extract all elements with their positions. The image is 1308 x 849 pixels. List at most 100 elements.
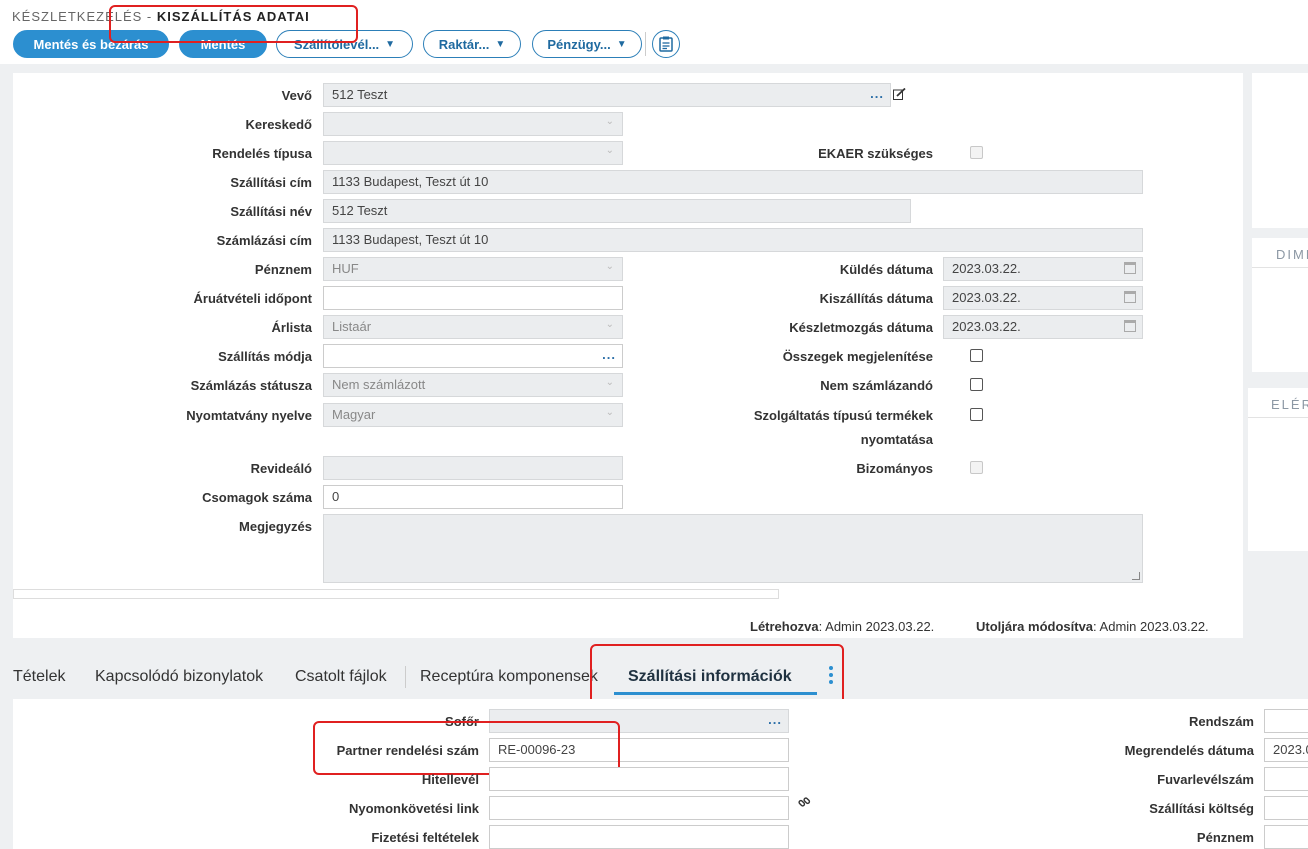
ekaer-checkbox[interactable] (970, 146, 983, 159)
kuldes-datuma-label: Küldés dátuma (839, 262, 933, 277)
more-icon[interactable]: ... (870, 86, 884, 101)
megrendeles-datuma-field[interactable]: 2023.0 (1264, 738, 1308, 762)
edit-icon[interactable] (893, 88, 906, 100)
chevron-down-icon: ▼ (495, 38, 506, 50)
tab-divider (405, 666, 406, 688)
tab-csatolt-fajlok[interactable]: Csatolt fájlok (295, 668, 387, 686)
more-icon[interactable]: ... (768, 712, 782, 727)
resize-handle-icon[interactable] (1132, 572, 1140, 580)
szallitas-modja-label: Szállítás módja (218, 349, 312, 364)
arlista-label: Árlista (271, 320, 312, 335)
kiszallitas-datuma-field[interactable]: 2023.03.22. (943, 286, 1143, 310)
chevron-down-icon: ⌄ (605, 319, 614, 330)
szolgaltatas-label-2: nyomtatása (860, 432, 933, 447)
csomagok-field[interactable]: 0 (323, 485, 623, 509)
szallitasi-koltseg-field[interactable] (1264, 796, 1308, 820)
szallitasi-nev-field[interactable]: 512 Teszt (323, 199, 911, 223)
fizetesi-field[interactable] (489, 825, 789, 849)
sofor-label: Sofőr (445, 714, 479, 729)
calendar-icon[interactable] (1124, 262, 1136, 274)
sofor-field[interactable]: ... (489, 709, 789, 733)
penznem-select[interactable]: HUF ⌄ (323, 257, 623, 281)
keszletmozgas-datuma-field[interactable]: 2023.03.22. (943, 315, 1143, 339)
kuldes-datuma-field[interactable]: 2023.03.22. (943, 257, 1143, 281)
chevron-down-icon: ⌄ (605, 407, 614, 418)
access-panel-title: ELÉR (1248, 388, 1308, 418)
nem-szamlazando-checkbox[interactable] (970, 378, 983, 391)
hitellevel-label: Hitellevél (421, 772, 479, 787)
more-icon[interactable]: ... (602, 347, 616, 362)
more-tabs-icon[interactable] (829, 664, 835, 687)
side-panel-access: ELÉR (1248, 388, 1308, 551)
finance-dropdown-button[interactable]: Pénzügy... ▼ (532, 30, 642, 58)
created-meta: Létrehozva: Admin 2023.03.22. (750, 619, 935, 634)
vevo-field[interactable]: 512 Teszt... (323, 83, 891, 107)
arlista-select[interactable]: Listaár ⌄ (323, 315, 623, 339)
partner-rendelesi-label: Partner rendelési szám (336, 743, 479, 758)
side-panel-dimensions: DIME (1252, 238, 1308, 372)
chevron-down-icon: ▼ (385, 38, 396, 50)
csomagok-label: Csomagok száma (202, 490, 312, 505)
waybill-dropdown-button[interactable]: Szállítólevél... ▼ (276, 30, 413, 58)
szamlazasi-cim-field[interactable]: 1133 Budapest, Teszt út 10 (323, 228, 1143, 252)
rendszam-field[interactable] (1264, 709, 1308, 733)
breadcrumb-root[interactable]: KÉSZLETKEZELÉS - (12, 9, 152, 24)
szallitasi-nev-label: Szállítási név (230, 204, 312, 219)
kereskedo-label: Kereskedő (245, 117, 312, 132)
tab-tetelek[interactable]: Tételek (13, 668, 65, 686)
calendar-icon[interactable] (1124, 291, 1136, 303)
fuvarlevelszam-field[interactable] (1264, 767, 1308, 791)
kiszallitas-datuma-label: Kiszállítás dátuma (819, 291, 933, 306)
revidealo-field[interactable] (323, 456, 623, 480)
szallitasi-cim-field[interactable]: 1133 Budapest, Teszt út 10 (323, 170, 1143, 194)
side-panel-top (1252, 73, 1308, 228)
partner-rendelesi-field[interactable]: RE-00096-23 (489, 738, 789, 762)
penznem-label: Pénznem (254, 262, 312, 277)
chevron-down-icon: ⌄ (605, 261, 614, 272)
warehouse-dropdown-button[interactable]: Raktár... ▼ (423, 30, 521, 58)
vevo-label: Vevő (281, 88, 312, 103)
save-and-close-button[interactable]: Mentés és bezárás (13, 30, 169, 58)
breadcrumb: KÉSZLETKEZELÉS - KISZÁLLÍTÁS ADATAI (12, 9, 310, 24)
rendeles-tipusa-select[interactable]: ⌄ (323, 141, 623, 165)
bizomanyos-label: Bizományos (856, 461, 933, 476)
megjegyzes-label: Megjegyzés (239, 519, 312, 534)
tab-szallitasi-informaciok[interactable]: Szállítási információk (628, 668, 792, 686)
nyomkovetesi-field[interactable] (489, 796, 789, 820)
keszletmozgas-datuma-label: Készletmozgás dátuma (789, 320, 933, 335)
kereskedo-select[interactable]: ⌄ (323, 112, 623, 136)
bizomanyos-checkbox[interactable] (970, 461, 983, 474)
toolbar-divider (645, 32, 646, 56)
szolgaltatas-checkbox[interactable] (970, 408, 983, 421)
szamlazas-statusza-label: Számlázás státusza (190, 378, 312, 393)
chevron-down-icon: ⌄ (605, 116, 614, 127)
hitellevel-field[interactable] (489, 767, 789, 791)
osszegek-label: Összegek megjelenítése (782, 349, 933, 364)
clipboard-icon (659, 36, 673, 52)
save-button[interactable]: Mentés (179, 30, 267, 58)
fizetesi-label: Fizetési feltételek (371, 830, 479, 845)
clipboard-button[interactable] (652, 30, 680, 58)
megrendeles-datuma-label: Megrendelés dátuma (1124, 743, 1254, 758)
calendar-icon[interactable] (1124, 320, 1136, 332)
nyomkovetesi-label: Nyomonkövetési link (348, 801, 479, 816)
tab-receptura-komponensek[interactable]: Receptúra komponensek (420, 668, 598, 686)
nyomtatvany-nyelve-select[interactable]: Magyar ⌄ (323, 403, 623, 427)
fuvarlevelszam-label: Fuvarlevélszám (1157, 772, 1254, 787)
aruatveteli-field[interactable] (323, 286, 623, 310)
szamlazas-statusza-select[interactable]: Nem számlázott ⌄ (323, 373, 623, 397)
modified-meta: Utoljára módosítva: Admin 2023.03.22. (976, 619, 1209, 634)
megjegyzes-textarea[interactable] (323, 514, 1143, 583)
tab-kapcsolodo-bizonylatok[interactable]: Kapcsolódó bizonylatok (95, 668, 263, 686)
rendeles-tipusa-label: Rendelés típusa (212, 146, 312, 161)
osszegek-checkbox[interactable] (970, 349, 983, 362)
chevron-down-icon: ▼ (616, 38, 627, 50)
szamlazasi-cim-label: Számlázási cím (216, 233, 312, 248)
horizontal-scrollbar[interactable] (13, 589, 779, 599)
link-icon[interactable] (798, 796, 811, 809)
shipping-penznem-field[interactable] (1264, 825, 1308, 849)
nyomtatvany-nyelve-label: Nyomtatvány nyelve (186, 408, 312, 423)
dimensions-panel-title: DIME (1252, 238, 1308, 268)
nem-szamlazando-label: Nem számlázandó (820, 378, 933, 393)
szallitas-modja-field[interactable]: ... (323, 344, 623, 368)
